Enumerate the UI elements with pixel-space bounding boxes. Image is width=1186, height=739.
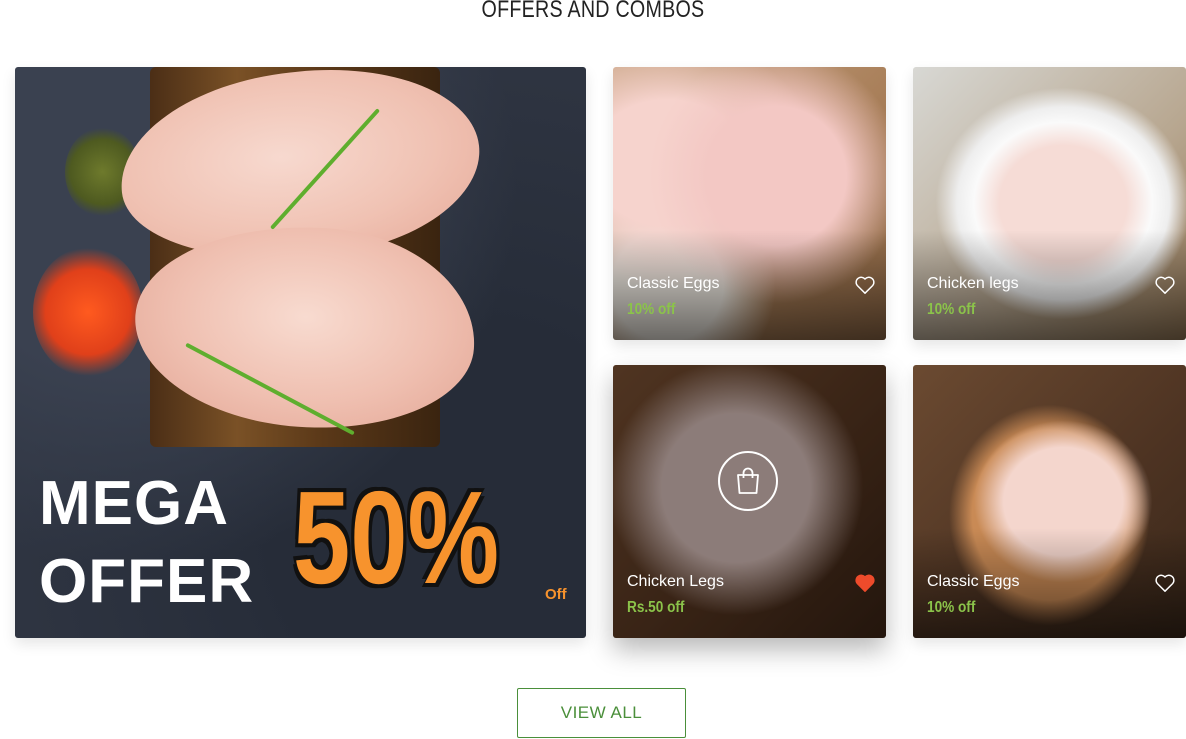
product-name: Chicken Legs	[627, 573, 724, 590]
product-offer: 10% off	[627, 301, 676, 318]
heart-filled-icon[interactable]	[854, 573, 876, 593]
banner-off-label: Off	[545, 586, 567, 603]
section-title: OFFERS AND COMBOS	[481, 0, 705, 23]
product-card[interactable]: Classic Eggs 10% off	[613, 67, 886, 340]
product-name: Classic Eggs	[627, 275, 720, 292]
product-name: Chicken legs	[927, 275, 1019, 292]
product-card-hovered[interactable]: Chicken Legs Rs.50 off	[613, 365, 886, 638]
banner-line-1: MEGA	[39, 469, 229, 538]
view-all-button[interactable]: VIEW ALL	[517, 688, 686, 738]
paprika-pile-image	[33, 247, 143, 377]
heart-icon[interactable]	[854, 275, 876, 295]
heart-icon[interactable]	[1154, 275, 1176, 295]
banner-line-2: OFFER	[39, 547, 255, 616]
add-to-cart-button[interactable]	[718, 451, 778, 511]
product-name: Classic Eggs	[927, 573, 1020, 590]
product-offer: 10% off	[927, 599, 976, 616]
mega-offer-banner[interactable]: MEGA OFFER 50% Off	[15, 67, 586, 638]
product-offer: 10% off	[927, 301, 976, 318]
product-card[interactable]: Classic Eggs 10% off	[913, 365, 1186, 638]
product-offer: Rs.50 off	[627, 599, 685, 616]
shopping-bag-icon	[737, 467, 759, 494]
banner-headline: MEGA OFFER	[39, 465, 254, 621]
product-card[interactable]: Chicken legs 10% off	[913, 67, 1186, 340]
heart-icon[interactable]	[1154, 573, 1176, 593]
banner-percent: 50%	[293, 464, 500, 611]
